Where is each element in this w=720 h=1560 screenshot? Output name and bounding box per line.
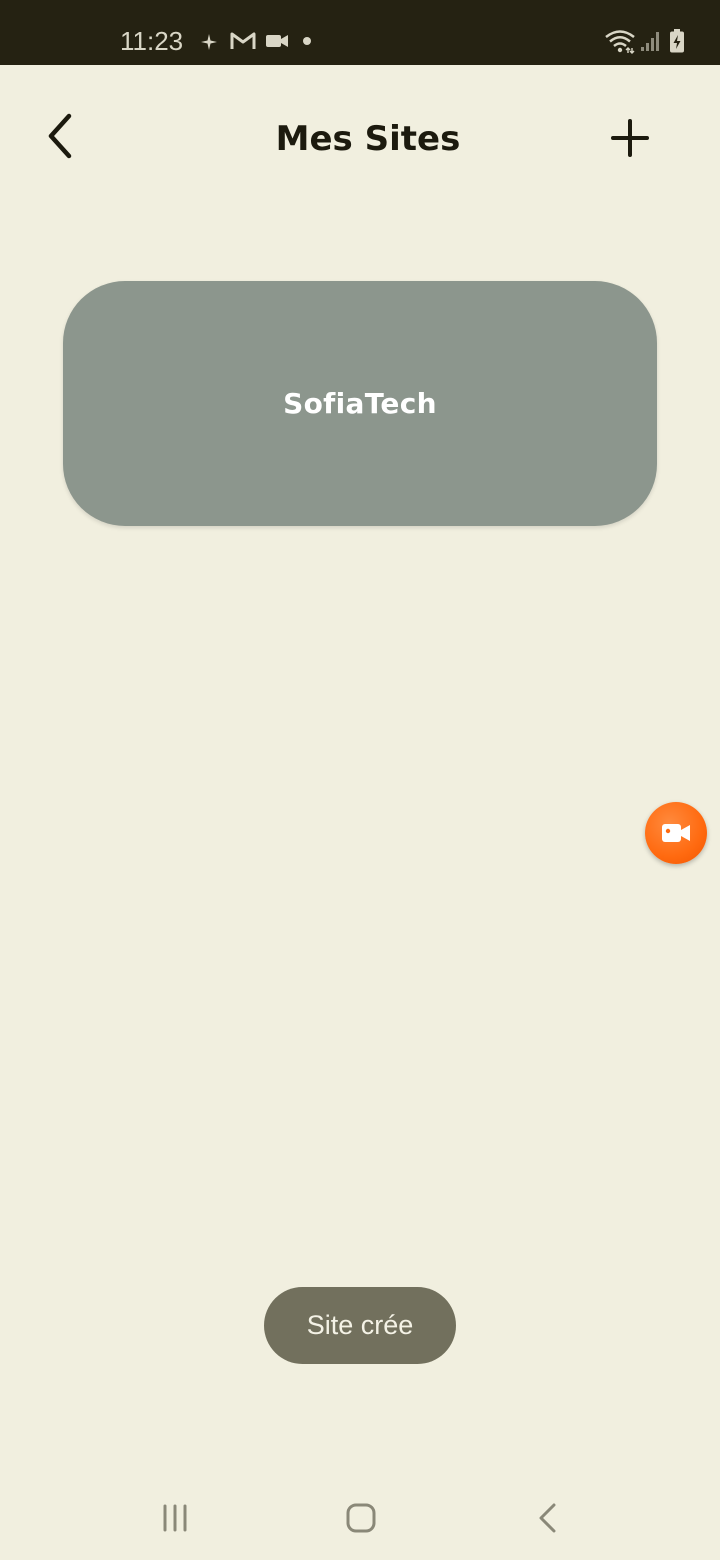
site-card[interactable]: SofiaTech (63, 281, 657, 526)
toast: Site crée (264, 1287, 456, 1364)
status-time: 11:23 (120, 26, 184, 56)
chevron-left-icon (48, 113, 72, 159)
plus-icon (611, 119, 649, 157)
system-back-button[interactable] (508, 1490, 588, 1546)
battery-charging-icon (670, 29, 684, 53)
home-button[interactable] (321, 1490, 401, 1546)
page-title: Mes Sites (275, 119, 461, 159)
recent-apps-icon (163, 1504, 187, 1532)
wifi-icon (605, 30, 635, 54)
dot-icon (303, 37, 311, 45)
back-button[interactable] (30, 104, 90, 168)
status-bar: 11:23 (0, 0, 720, 65)
video-camera-icon (266, 35, 288, 47)
back-icon (539, 1503, 556, 1533)
navigation-bar (0, 1478, 720, 1560)
home-icon (346, 1503, 376, 1533)
gmail-icon (230, 32, 256, 49)
site-card-label: SofiaTech (283, 387, 437, 420)
add-site-button[interactable] (598, 106, 662, 170)
signal-icon (641, 32, 659, 51)
screen-recorder-button[interactable] (645, 802, 707, 864)
recent-apps-button[interactable] (135, 1490, 215, 1546)
sparkle-icon (201, 34, 217, 50)
toast-message: Site crée (306, 1310, 414, 1340)
video-camera-icon (662, 824, 690, 842)
screen: 11:23 Mes Sites SofiaTech Site crée (0, 0, 720, 1560)
